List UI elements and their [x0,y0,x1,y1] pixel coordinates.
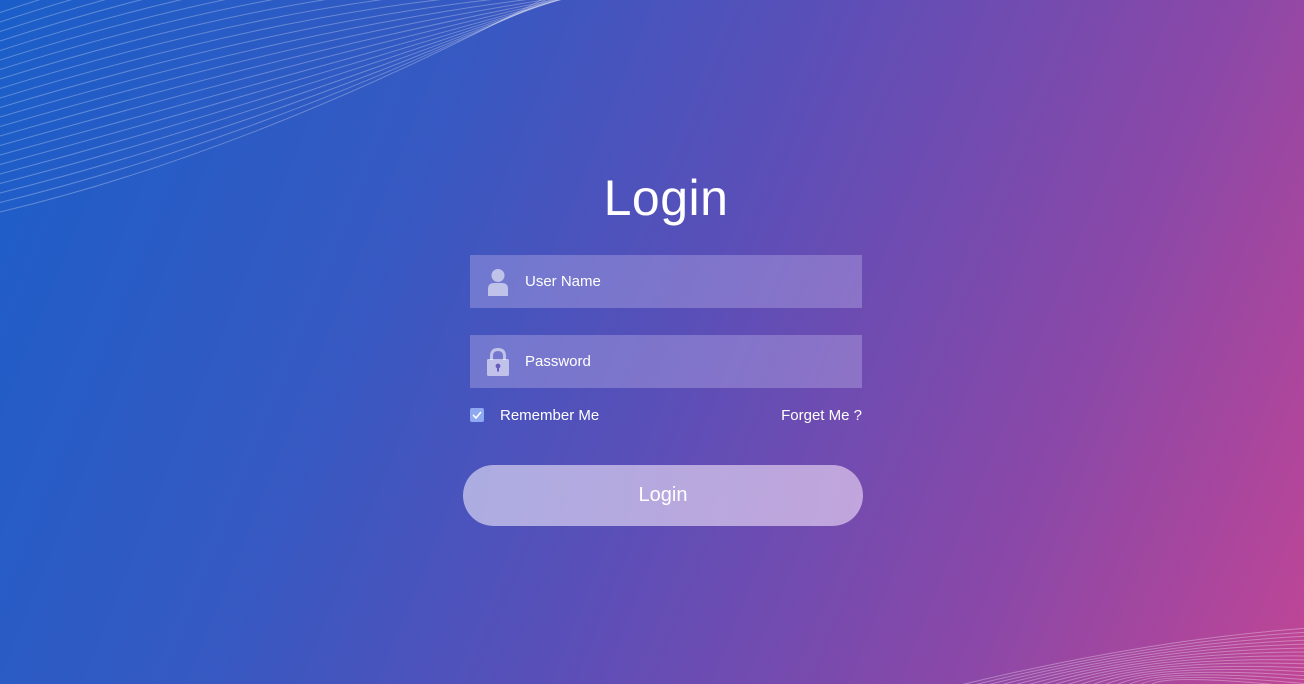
wave-line [0,0,561,165]
remember-me[interactable]: Remember Me [470,407,599,424]
wave-line [962,627,1304,684]
wave-line [0,0,562,156]
user-icon [485,267,511,297]
wave-line [975,631,1304,684]
page-title: Login [603,170,729,226]
wave-line [0,0,72,23]
wave-line [1117,671,1304,684]
login-button[interactable]: Login [463,465,863,526]
wave-line [0,0,493,108]
password-input[interactable] [525,335,862,388]
wave-line [0,0,561,146]
wave-line [1140,676,1304,684]
wave-line [1080,662,1304,684]
remember-me-label: Remember Me [500,406,600,424]
wave-line [1128,674,1304,684]
wave-line [1002,639,1304,684]
username-input[interactable] [525,255,862,308]
wave-line [1041,651,1304,684]
username-field[interactable] [470,255,862,308]
wave-line [1151,679,1275,684]
wave-line [0,0,551,194]
wave-line [1054,655,1304,684]
remember-me-checkbox[interactable] [470,408,484,422]
wave-line [1028,647,1304,684]
password-field[interactable] [470,335,862,388]
wave-line [0,0,555,184]
wave-line [0,0,106,32]
wave-line [0,0,274,70]
lock-icon [485,347,511,377]
wave-line [0,0,384,89]
wave-line [0,0,441,99]
wave-line [0,0,226,61]
wave-line [0,0,143,42]
wave-line [0,0,182,51]
wave-line [0,0,327,80]
wave-line [1092,665,1304,684]
forget-me-link[interactable]: Forget Me ? [781,407,862,424]
checkmark-icon [472,411,482,419]
wave-line [0,0,528,118]
wave-line [0,0,548,127]
wave-line [0,0,557,137]
login-options: Remember Me Forget Me ? [470,404,862,426]
wave-line [1105,668,1304,684]
wave-line [1067,659,1304,684]
wave-line [1015,643,1304,684]
wave-line [0,0,41,13]
wave-line [0,0,558,175]
wave-line [989,635,1304,684]
